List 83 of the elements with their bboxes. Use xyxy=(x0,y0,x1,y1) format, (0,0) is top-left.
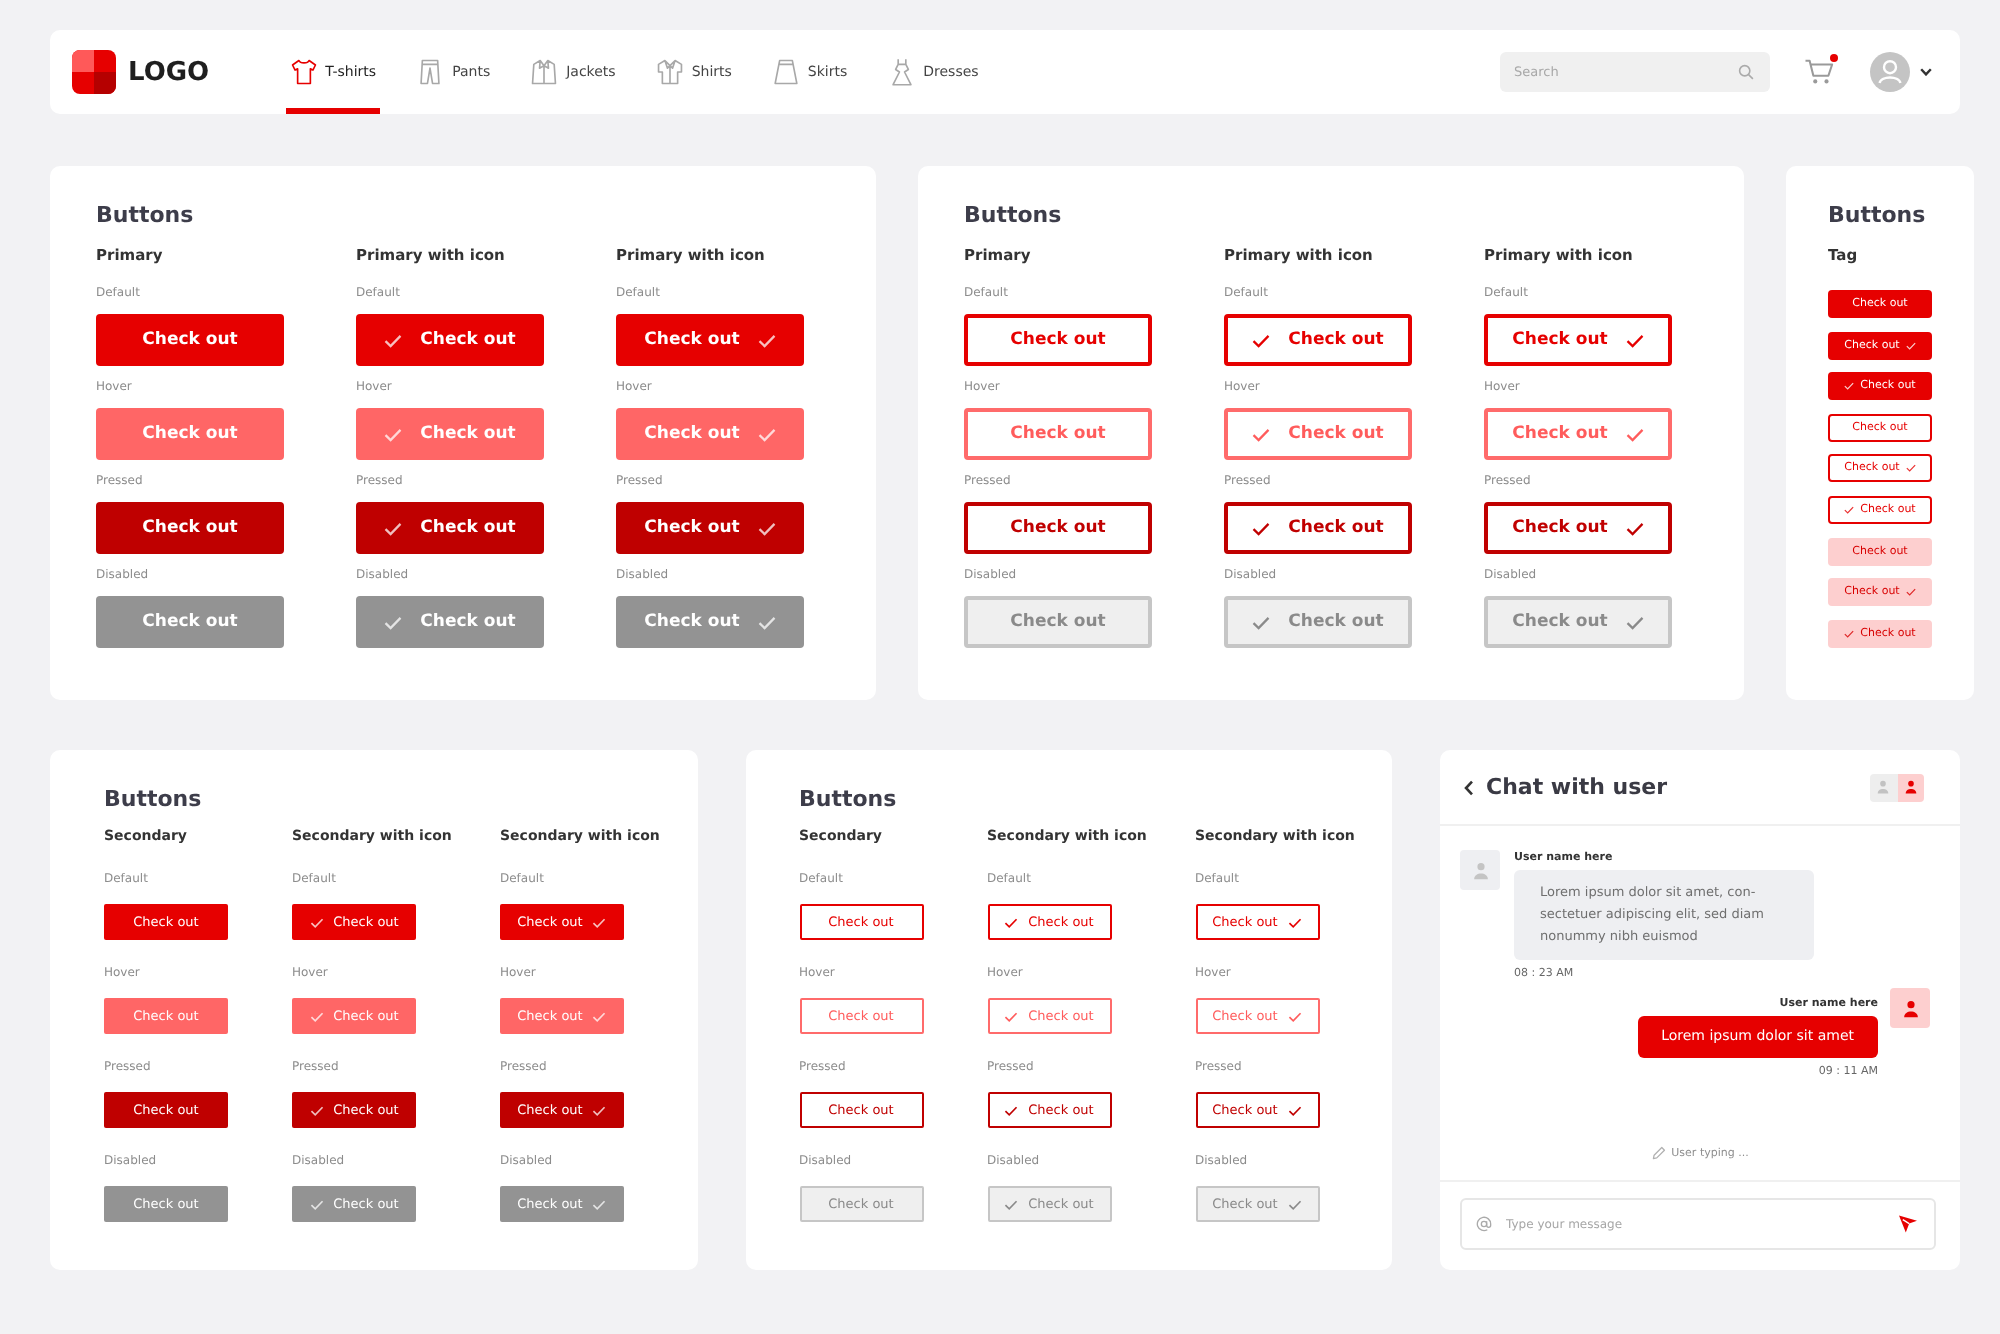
checkout-button[interactable]: Check out xyxy=(1484,408,1672,460)
checkout-button[interactable]: Check out xyxy=(356,408,544,460)
check-icon xyxy=(1287,1199,1302,1209)
person-icon xyxy=(1903,780,1918,794)
check-icon xyxy=(1844,505,1855,514)
panel-title: Buttons xyxy=(96,202,196,230)
skirt-icon xyxy=(771,58,800,86)
check-icon xyxy=(309,1011,324,1021)
check-icon xyxy=(757,615,776,629)
check-icon xyxy=(1625,521,1644,535)
check-icon xyxy=(1844,629,1855,638)
dress-icon xyxy=(887,58,916,86)
checkout-button[interactable]: Check out xyxy=(1484,314,1672,366)
person-toggle[interactable] xyxy=(1870,773,1897,801)
check-icon xyxy=(1625,615,1644,629)
check-icon xyxy=(1252,333,1271,347)
check-icon xyxy=(384,427,403,441)
avatar-icon xyxy=(1890,988,1930,1028)
check-icon xyxy=(1287,1011,1302,1021)
checkout-button[interactable]: Check out xyxy=(964,502,1152,554)
check-icon xyxy=(757,521,776,535)
checkout-button[interactable]: Check out xyxy=(96,502,284,554)
tshirt-icon xyxy=(289,58,318,86)
search-icon xyxy=(1738,64,1754,80)
check-icon xyxy=(1004,1105,1019,1115)
checkout-button[interactable]: Check out xyxy=(964,408,1152,460)
check-icon xyxy=(592,917,607,927)
checkout-button[interactable]: Check out xyxy=(96,408,284,460)
checkout-button[interactable]: Check out xyxy=(1224,502,1412,554)
check-icon xyxy=(1905,464,1916,473)
checkout-button[interactable]: Check out xyxy=(964,314,1152,366)
check-icon xyxy=(1252,521,1271,535)
check-icon xyxy=(757,427,776,441)
person-toggle[interactable] xyxy=(1897,773,1924,801)
avatar-icon xyxy=(1460,850,1500,890)
check-icon xyxy=(1252,427,1271,441)
logo-icon xyxy=(72,50,116,94)
checkout-button[interactable]: Check out xyxy=(1484,502,1672,554)
chevron-left-icon[interactable] xyxy=(1464,779,1474,795)
logo-text: LOGO xyxy=(128,57,210,87)
check-icon xyxy=(1844,382,1855,391)
send-icon[interactable] xyxy=(1898,1214,1918,1234)
person-icon xyxy=(1876,780,1891,794)
panel-title: Buttons xyxy=(104,786,204,814)
check-icon xyxy=(1252,615,1271,629)
checkout-button[interactable]: Check out xyxy=(1224,408,1412,460)
checkout-button[interactable]: Check out xyxy=(616,314,804,366)
checkout-button[interactable]: Check out xyxy=(96,314,284,366)
pants-icon xyxy=(416,58,445,86)
check-icon xyxy=(592,1011,607,1021)
check-icon xyxy=(309,1199,324,1209)
panel-title: Buttons xyxy=(1828,202,1928,230)
shirt-icon xyxy=(655,58,684,86)
cart-icon[interactable] xyxy=(1804,58,1834,86)
check-icon xyxy=(1625,333,1644,347)
check-icon xyxy=(384,521,403,535)
panel-title: Buttons xyxy=(964,202,1064,230)
check-icon xyxy=(1905,588,1916,597)
checkout-button[interactable]: Check out xyxy=(356,502,544,554)
pencil-icon xyxy=(1651,1146,1666,1160)
jacket-icon xyxy=(530,58,559,86)
checkout-button[interactable]: Check out xyxy=(616,408,804,460)
check-icon xyxy=(1905,341,1916,350)
checkout-button[interactable]: Check out xyxy=(1224,314,1412,366)
check-icon xyxy=(1004,1199,1019,1209)
check-icon xyxy=(1287,917,1302,927)
panel-title: Buttons xyxy=(799,786,899,814)
chat-title: Chat with user xyxy=(1486,774,1668,800)
caret-down-icon[interactable] xyxy=(1920,68,1932,76)
checkout-button[interactable]: Check out xyxy=(356,314,544,366)
check-icon xyxy=(309,1105,324,1115)
check-icon xyxy=(1287,1105,1302,1115)
check-icon xyxy=(384,615,403,629)
check-icon xyxy=(1625,427,1644,441)
checkout-button[interactable]: Check out xyxy=(616,502,804,554)
check-icon xyxy=(592,1199,607,1209)
at-sign-icon xyxy=(1476,1216,1492,1232)
check-icon xyxy=(309,917,324,927)
check-icon xyxy=(1004,1011,1019,1021)
check-icon xyxy=(592,1105,607,1115)
check-icon xyxy=(1004,917,1019,927)
check-icon xyxy=(757,333,776,347)
check-icon xyxy=(384,333,403,347)
